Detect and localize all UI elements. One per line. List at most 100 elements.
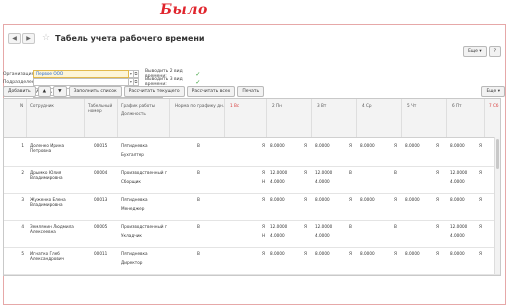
move-up-button[interactable]: ▲ (37, 86, 52, 97)
forward-button[interactable]: ▶ (22, 32, 35, 44)
cell-tabnum: 00005 (94, 224, 108, 229)
cell-norm: В (197, 224, 200, 229)
col-tabnum[interactable]: Табельный номер (88, 103, 116, 113)
move-down-button[interactable]: ▼ (53, 86, 67, 97)
col-day2[interactable]: 2 Пн (272, 103, 282, 108)
calc-current-button[interactable]: Рассчитать текущего (123, 86, 185, 97)
timesheet-table: N Сотрудник Табельный номер График работ… (3, 98, 501, 276)
col-day6[interactable]: 6 Пт (452, 103, 462, 108)
dept-open-icon[interactable]: ⧉ (133, 78, 139, 86)
table-row[interactable]: 3 Жуженко Елена Владимировна 00013 Пятиднев… (4, 193, 500, 221)
cell-day3-code: Я (304, 197, 307, 202)
org-open-icon[interactable]: ⧉ (133, 70, 139, 78)
col-day4[interactable]: 4 Ср (362, 103, 372, 108)
org-label: Организация: (3, 71, 36, 77)
col-n[interactable]: N (20, 103, 23, 108)
cell-employee: Игнатко Глеб Александрович (30, 251, 65, 261)
cell-employee: Жуженко Елена Владимировна (30, 197, 66, 207)
cell-day5-hours: 8.0000 (405, 251, 420, 256)
cell-day6-code: Я (436, 170, 439, 175)
top-actions: Еще ▾ ? (463, 46, 501, 57)
table-row[interactable]: 5 Игнатко Глеб Александрович 00011 Пятиднев… (4, 247, 500, 275)
cell-tabnum: 00004 (94, 170, 108, 175)
cell-day3-hours: 8.0000 (315, 143, 330, 148)
cell-norm: В (197, 197, 200, 202)
cell-day3-hours2: 4.0000 (315, 233, 330, 238)
cell-day3-hours: 8.0000 (315, 251, 330, 256)
cell-day5-hours: 8.0000 (405, 143, 420, 148)
cell-norm: В (197, 143, 200, 148)
cell-day6-hours2: 4.0000 (450, 179, 465, 184)
cell-day3-code: Я (304, 251, 307, 256)
cell-day6-code: Я (436, 251, 439, 256)
fill-list-button[interactable]: Заполнить список (68, 86, 122, 97)
col-day3[interactable]: 3 Вт (317, 103, 326, 108)
cell-day2-code2: Н (262, 179, 266, 184)
cell-day2-hours: 8.0000 (270, 251, 285, 256)
col-day1[interactable]: 1 Вс (230, 103, 239, 108)
cell-schedule: Пятидневка (121, 143, 148, 148)
cell-position: Сборщик (121, 179, 141, 184)
table-more-button[interactable]: Еще ▾ (481, 86, 505, 97)
cell-day6-hours: 8.0000 (450, 197, 465, 202)
cell-day5-hours: 8.0000 (405, 197, 420, 202)
col-day5[interactable]: 5 Чт (407, 103, 416, 108)
vertical-scrollbar[interactable] (494, 137, 500, 274)
more-button[interactable]: Еще ▾ (463, 46, 487, 57)
back-button[interactable]: ◀ (8, 32, 21, 44)
cell-day4-code: В (349, 224, 352, 229)
cell-day4-code: Я (349, 197, 352, 202)
cell-day3-hours: 8.0000 (315, 197, 330, 202)
col-day7[interactable]: 7 Сб (489, 103, 499, 108)
cell-day2-code: Я (262, 251, 265, 256)
cell-day5-code: Я (394, 143, 397, 148)
table-row[interactable]: 1 Доленко Ирина Петровна 00015 Пятидневка Бу… (4, 139, 500, 167)
cell-day6-hours: 12.0000 (450, 170, 468, 175)
cell-schedule: Пятидневка (121, 251, 148, 256)
cell-n: 5 (21, 251, 24, 256)
col-position[interactable]: Должность (121, 111, 146, 116)
table-row[interactable]: 6Клочкова Ольга00009ПятидневкаВЯ8.0000Я8… (4, 274, 500, 275)
col-schedule[interactable]: График работы (121, 103, 155, 108)
cell-position: Директор (121, 260, 143, 265)
cell-day6-hours: 8.0000 (450, 143, 465, 148)
print-button[interactable]: Печать (237, 86, 265, 97)
dept-field[interactable] (33, 78, 129, 86)
cell-tabnum: 00015 (94, 143, 108, 148)
scroll-thumb[interactable] (496, 139, 499, 169)
star-icon[interactable]: ☆ (42, 33, 50, 43)
table-toolbar: Добавить ▲ ▼ Заполнить список Рассчитать… (3, 86, 265, 97)
cell-n: 4 (21, 224, 24, 229)
help-button[interactable]: ? (488, 46, 501, 57)
cell-day4-code: Я (349, 251, 352, 256)
cell-day6-hours: 12.0000 (450, 224, 468, 229)
cell-day6-code: Я (436, 224, 439, 229)
cell-day3-code: Я (304, 143, 307, 148)
cell-tabnum: 00013 (94, 197, 108, 202)
cell-day4-code: Я (349, 143, 352, 148)
cell-employee: Доленко Ирина Петровна (30, 143, 65, 153)
cell-day7-code: Я (479, 170, 482, 175)
cell-day4-hours: 8.0000 (360, 197, 375, 202)
cell-day3-hours: 12.0000 (315, 170, 333, 175)
cell-day2-code: Я (262, 143, 265, 148)
cell-day6-code: Я (436, 197, 439, 202)
cell-day7-code: Я (479, 224, 482, 229)
cell-norm: В (197, 170, 200, 175)
cell-day3-code: Я (304, 224, 307, 229)
calc-all-button[interactable]: Рассчитать всех (186, 86, 236, 97)
col-norm[interactable]: Норма по графику дн. (175, 103, 224, 108)
col-employee[interactable]: Сотрудник (30, 103, 54, 108)
cell-tabnum: 00011 (94, 251, 108, 256)
cell-day2-code: Я (262, 224, 265, 229)
cell-day5-code: Я (394, 197, 397, 202)
page-title: Табель учета рабочего времени (55, 33, 205, 43)
cell-day2-code: Я (262, 170, 265, 175)
table-row[interactable]: 4 Землянин Людмила Алексеевна 00005 Произво… (4, 220, 500, 248)
table-row[interactable]: 2 Дрымко Юлия Владимировна 00004 Производст… (4, 166, 500, 194)
add-button[interactable]: Добавить (3, 86, 36, 97)
cell-position: Менеджер (121, 206, 145, 211)
cell-day7-code: Я (479, 197, 482, 202)
cell-day2-hours: 8.0000 (270, 143, 285, 148)
org-field[interactable]: Первое ООО (33, 70, 129, 78)
